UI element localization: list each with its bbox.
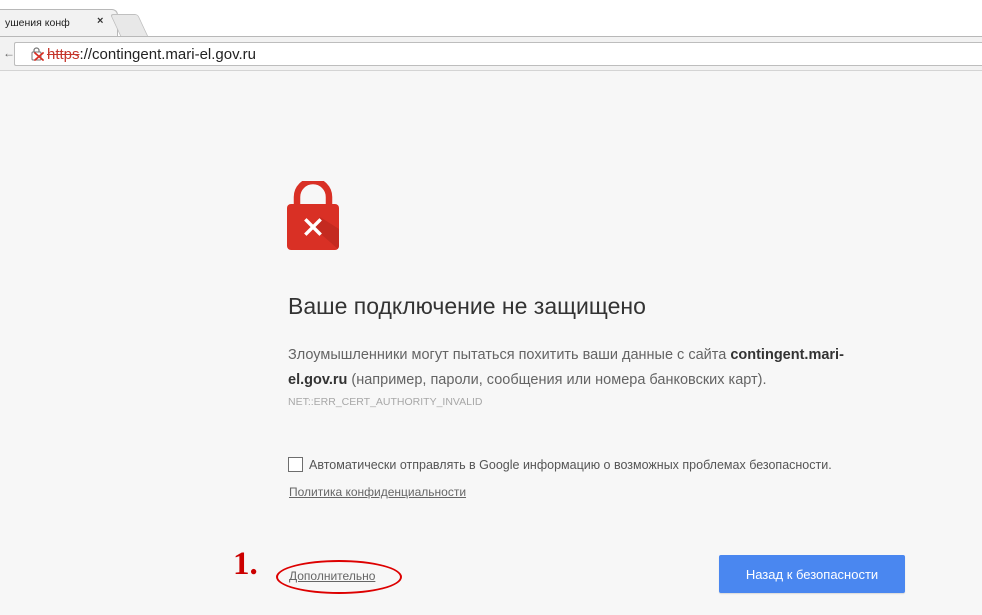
back-to-safety-button[interactable]: Назад к безопасности [719, 555, 905, 593]
annotation-step-number: 1. [233, 546, 258, 582]
tab-strip: ушения конф × [0, 0, 982, 37]
explanation-suffix: (например, пароли, сообщения или номера … [347, 372, 767, 388]
address-bar[interactable]: https://contingent.mari-el.gov.ru [14, 42, 982, 66]
error-explanation: Злоумышленники могут пытаться похитить в… [288, 343, 888, 393]
browser-toolbar: ← https://contingent.mari-el.gov.ru [0, 36, 982, 71]
close-icon[interactable]: × [97, 15, 103, 27]
error-code[interactable]: NET::ERR_CERT_AUTHORITY_INVALID [288, 396, 483, 408]
report-checkbox[interactable] [288, 457, 303, 473]
not-secure-lock-icon[interactable] [30, 47, 44, 61]
report-checkbox-label[interactable]: Автоматически отправлять в Google информ… [309, 458, 832, 472]
report-checkbox-row[interactable]: Автоматически отправлять в Google информ… [288, 456, 832, 474]
tab-title: ушения конф [5, 17, 70, 29]
url-host: ://contingent.mari-el.gov.ru [79, 46, 257, 63]
url-text[interactable]: https://contingent.mari-el.gov.ru [47, 46, 256, 63]
tab-active[interactable]: ушения конф × [0, 9, 118, 37]
lock-with-x-icon [287, 181, 339, 250]
page-title: Ваше подключение не защищено [288, 293, 646, 319]
annotation-highlight-ellipse [276, 560, 402, 594]
url-scheme: https [47, 46, 80, 63]
privacy-policy-link[interactable]: Политика конфиденциальности [289, 485, 466, 499]
explanation-prefix: Злоумышленники могут пытаться похитить в… [288, 347, 731, 363]
